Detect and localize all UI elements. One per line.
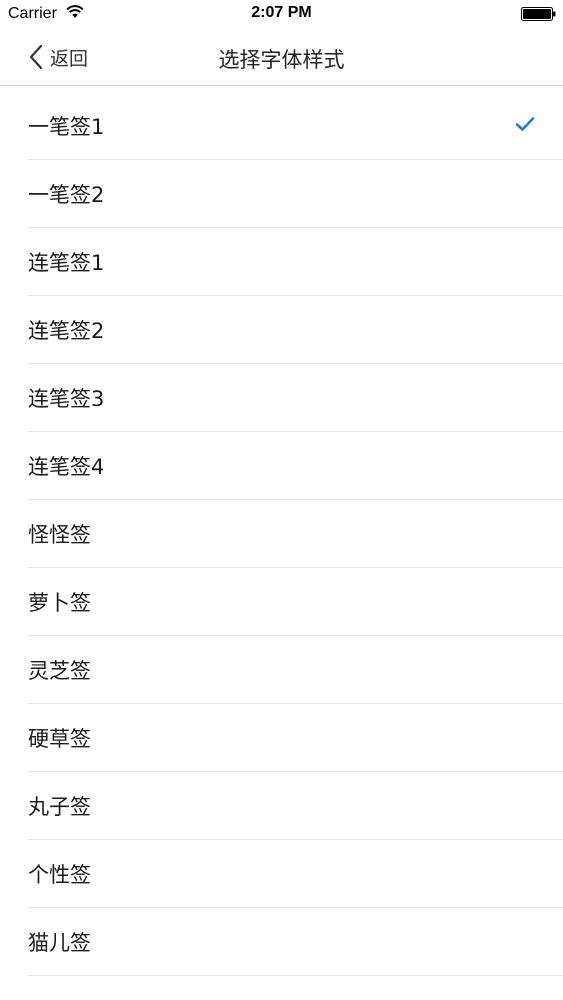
font-style-list: 一笔签1 一笔签2 连笔签1 连笔签2 连笔签3 连笔签4 怪怪签 萝卜签 灵芝… xyxy=(0,92,563,976)
font-style-row[interactable]: 硬草签 xyxy=(0,704,563,772)
font-style-label: 丸子签 xyxy=(28,795,91,819)
navigation-bar: 返回 选择字体样式 xyxy=(0,30,563,86)
font-style-label: 一笔签2 xyxy=(28,183,105,207)
font-style-row[interactable]: 灵芝签 xyxy=(0,636,563,704)
font-style-label: 萝卜签 xyxy=(28,591,91,615)
font-style-row[interactable]: 个性签 xyxy=(0,840,563,908)
font-style-row[interactable]: 一笔签1 xyxy=(0,92,563,160)
font-style-label: 硬草签 xyxy=(28,727,91,751)
font-style-label: 连笔签2 xyxy=(28,319,105,343)
checkmark-icon xyxy=(515,117,535,131)
font-style-row[interactable]: 丸子签 xyxy=(0,772,563,840)
font-style-row[interactable]: 一笔签2 xyxy=(0,160,563,228)
font-style-row[interactable]: 连笔签1 xyxy=(0,228,563,296)
font-style-row[interactable]: 连笔签3 xyxy=(0,364,563,432)
font-style-row[interactable]: 怪怪签 xyxy=(0,500,563,568)
font-style-label: 猫儿签 xyxy=(28,931,91,955)
font-style-label: 个性签 xyxy=(28,863,91,887)
font-style-label: 一笔签1 xyxy=(28,115,105,139)
font-style-label: 连笔签1 xyxy=(28,251,105,275)
font-style-row[interactable]: 连笔签4 xyxy=(0,432,563,500)
page-title: 选择字体样式 xyxy=(218,48,345,72)
font-style-row[interactable]: 连笔签2 xyxy=(0,296,563,364)
font-style-label: 灵芝签 xyxy=(28,659,91,683)
font-style-row[interactable]: 萝卜签 xyxy=(0,568,563,636)
status-bar: Carrier 2:07 PM xyxy=(0,0,563,30)
font-style-row[interactable]: 猫儿签 xyxy=(0,908,563,976)
battery-icon xyxy=(521,7,556,21)
font-style-label: 连笔签4 xyxy=(28,455,105,479)
font-style-label: 怪怪签 xyxy=(28,523,91,547)
status-time: 2:07 PM xyxy=(251,4,312,21)
font-style-label: 连笔签3 xyxy=(28,387,105,411)
